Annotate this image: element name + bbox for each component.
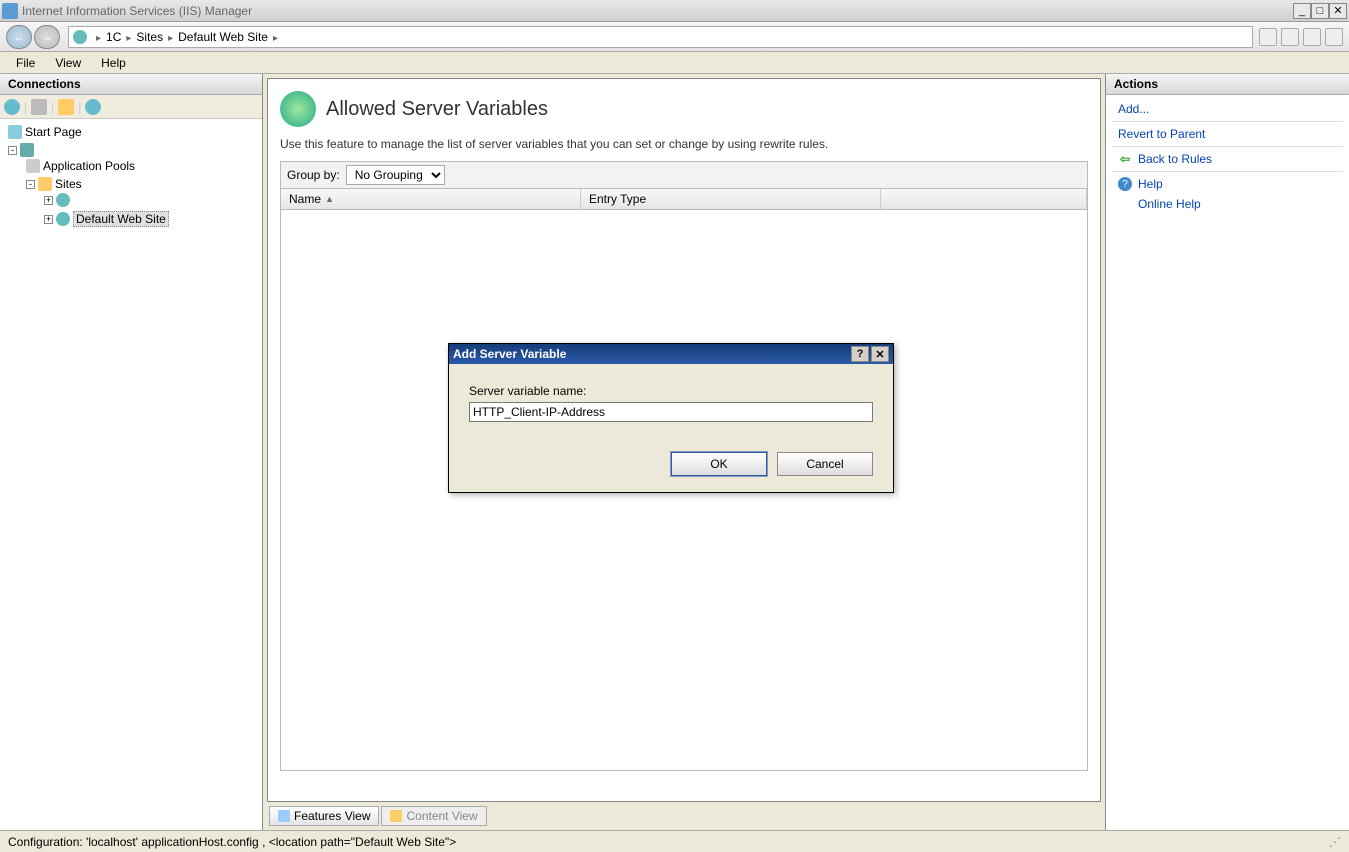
maximize-button[interactable]: □ <box>1311 3 1329 19</box>
features-view-icon <box>278 810 290 822</box>
menu-view[interactable]: View <box>45 54 91 72</box>
column-label: Name <box>289 192 321 206</box>
folder-icon <box>38 177 52 191</box>
folder-icon[interactable] <box>58 99 74 115</box>
menu-file[interactable]: File <box>6 54 45 72</box>
globe-icon <box>56 193 70 207</box>
help-dropdown-icon[interactable] <box>1325 28 1343 46</box>
window-titlebar: Internet Information Services (IIS) Mana… <box>0 0 1349 22</box>
tree-site[interactable]: + <box>44 193 258 207</box>
spacer-icon <box>1118 197 1132 211</box>
window-title: Internet Information Services (IIS) Mana… <box>22 4 1293 18</box>
nav-forward-button[interactable]: → <box>34 25 60 49</box>
dialog-close-button[interactable]: ✕ <box>871 346 889 362</box>
content-view-icon <box>390 810 402 822</box>
stop-icon[interactable] <box>1281 28 1299 46</box>
save-icon[interactable] <box>31 99 47 115</box>
tree-label: Sites <box>55 177 82 191</box>
ok-button[interactable]: OK <box>671 452 767 476</box>
tree-label: Start Page <box>25 125 82 139</box>
dialog-help-button[interactable]: ? <box>851 346 869 362</box>
add-server-variable-dialog: Add Server Variable ? ✕ Server variable … <box>448 343 894 493</box>
action-revert[interactable]: Revert to Parent <box>1106 124 1349 144</box>
connections-panel: Connections | | | Start Page - Applicati… <box>0 74 263 830</box>
tree-app-pools[interactable]: Application Pools <box>26 159 258 173</box>
action-online-help[interactable]: Online Help <box>1106 194 1349 214</box>
status-bar: Configuration: 'localhost' applicationHo… <box>0 830 1349 852</box>
column-name[interactable]: Name ▲ <box>281 189 581 209</box>
dialog-title: Add Server Variable <box>453 347 566 361</box>
breadcrumb-item[interactable]: 1C <box>106 30 121 44</box>
group-by-bar: Group by: No Grouping <box>280 161 1088 189</box>
action-label: Revert to Parent <box>1118 127 1205 141</box>
tree-label: Application Pools <box>43 159 135 173</box>
globe-icon <box>56 212 70 226</box>
nav-back-button[interactable]: ← <box>6 25 32 49</box>
expand-icon[interactable]: + <box>44 215 53 224</box>
nav-row: ← → 1C Sites Default Web Site <box>0 22 1349 52</box>
status-text: Configuration: 'localhost' applicationHo… <box>8 835 456 849</box>
tree-sites[interactable]: - Sites <box>26 177 258 191</box>
breadcrumb-item[interactable]: Sites <box>136 30 163 44</box>
tree-start-page[interactable]: Start Page <box>8 125 258 139</box>
breadcrumb[interactable]: 1C Sites Default Web Site <box>68 26 1253 48</box>
tree-server[interactable]: - <box>8 143 258 157</box>
tab-label: Features View <box>294 809 370 823</box>
refresh-icon[interactable] <box>1259 28 1277 46</box>
tab-content-view[interactable]: Content View <box>381 806 486 826</box>
back-arrow-icon: ⇦ <box>1118 152 1132 166</box>
dialog-titlebar[interactable]: Add Server Variable ? ✕ <box>449 344 893 364</box>
apppool-icon <box>26 159 40 173</box>
close-button[interactable]: ✕ <box>1329 3 1347 19</box>
action-help[interactable]: ? Help <box>1106 174 1349 194</box>
action-back-to-rules[interactable]: ⇦ Back to Rules <box>1106 149 1349 169</box>
action-add[interactable]: Add... <box>1106 99 1349 119</box>
feature-icon <box>280 91 316 127</box>
collapse-icon[interactable]: - <box>8 146 17 155</box>
expand-icon[interactable]: + <box>44 196 53 205</box>
breadcrumb-item[interactable]: Default Web Site <box>178 30 268 44</box>
tree-label: Default Web Site <box>73 211 169 227</box>
action-label: Add... <box>1118 102 1149 116</box>
server-icon <box>20 143 34 157</box>
tab-features-view[interactable]: Features View <box>269 806 379 826</box>
app-icon <box>2 3 18 19</box>
action-label: Back to Rules <box>1138 152 1212 166</box>
connections-toolbar: | | | <box>0 95 262 119</box>
menu-help[interactable]: Help <box>91 54 136 72</box>
column-label: Entry Type <box>589 192 646 206</box>
action-label: Online Help <box>1138 197 1201 211</box>
connections-tree: Start Page - Application Pools - Sites + … <box>0 119 262 237</box>
page-description: Use this feature to manage the list of s… <box>280 137 1088 151</box>
sort-asc-icon: ▲ <box>325 194 334 204</box>
action-label: Help <box>1138 177 1163 191</box>
cancel-button[interactable]: Cancel <box>777 452 873 476</box>
globe-icon <box>73 30 87 44</box>
minimize-button[interactable]: _ <box>1293 3 1311 19</box>
column-spacer <box>881 189 1087 209</box>
server-variable-name-input[interactable] <box>469 402 873 422</box>
connections-header: Connections <box>0 74 262 95</box>
tab-label: Content View <box>406 809 477 823</box>
help-icon: ? <box>1118 177 1132 191</box>
server-variable-name-label: Server variable name: <box>469 384 873 398</box>
group-by-label: Group by: <box>287 168 340 182</box>
status-grip-icon: ⋰ <box>1329 835 1341 849</box>
tree-default-web-site[interactable]: + Default Web Site <box>44 211 258 227</box>
actions-header: Actions <box>1106 74 1349 95</box>
start-page-icon <box>8 125 22 139</box>
column-entry-type[interactable]: Entry Type <box>581 189 881 209</box>
group-by-select[interactable]: No Grouping <box>346 165 445 185</box>
menubar: File View Help <box>0 52 1349 74</box>
page-title: Allowed Server Variables <box>326 98 548 121</box>
connect-icon[interactable] <box>4 99 20 115</box>
home-icon[interactable] <box>1303 28 1321 46</box>
refresh-tree-icon[interactable] <box>85 99 101 115</box>
actions-panel: Actions Add... Revert to Parent ⇦ Back to… <box>1105 74 1349 830</box>
collapse-icon[interactable]: - <box>26 180 35 189</box>
